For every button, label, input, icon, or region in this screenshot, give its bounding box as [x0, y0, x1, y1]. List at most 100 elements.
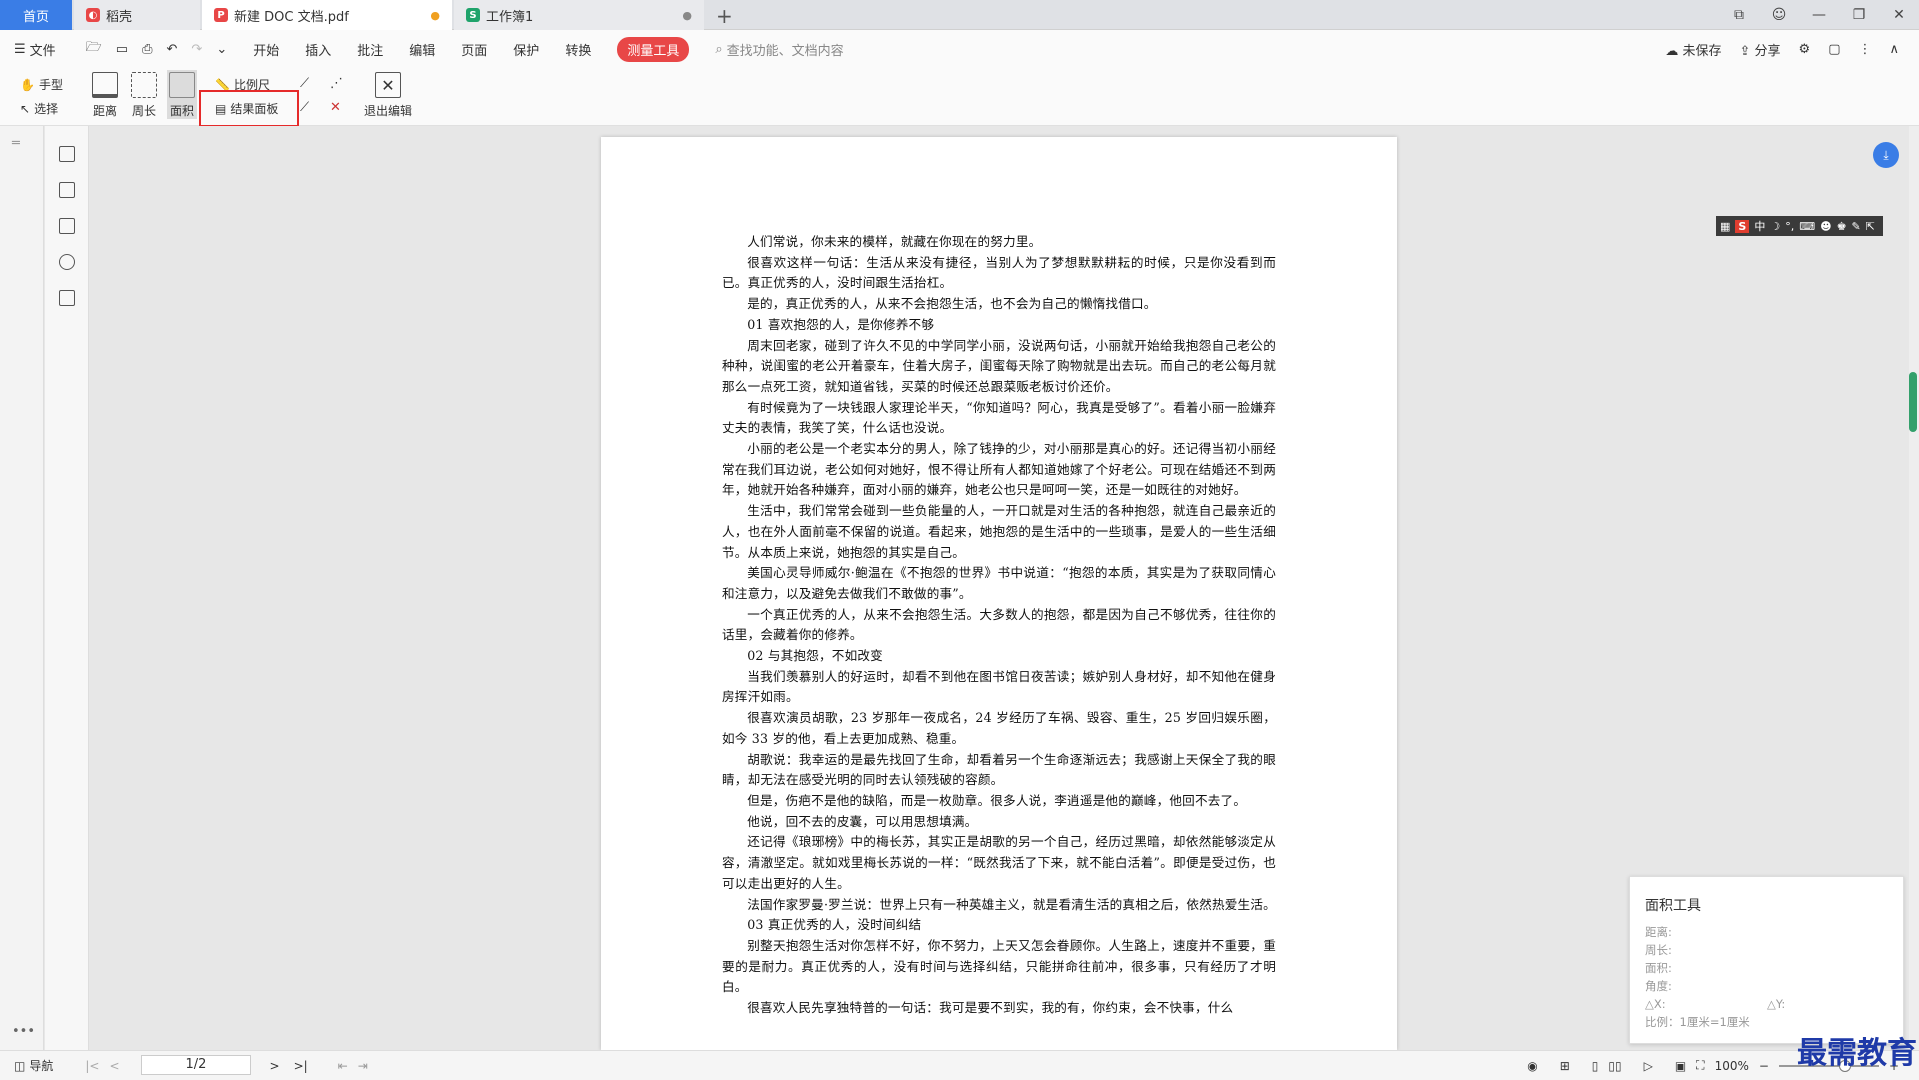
fit-page-icon[interactable]: ⛶: [1696, 1058, 1704, 1073]
redo-icon[interactable]: ↷: [191, 42, 202, 57]
exit-edit-button[interactable]: ✕ 退出编辑: [364, 72, 412, 119]
nav-label[interactable]: 导航: [29, 1057, 53, 1074]
zoom-out-icon[interactable]: −: [1759, 1059, 1769, 1073]
unsaved-label: 未保存: [1682, 43, 1722, 59]
maximize-icon[interactable]: ❐: [1839, 7, 1879, 23]
avatar[interactable]: ☺: [1759, 7, 1799, 23]
menu-page[interactable]: 页面: [461, 40, 487, 59]
comment-icon[interactable]: [59, 218, 75, 234]
nav-icon[interactable]: ◫: [14, 1059, 25, 1073]
unsaved-dot-icon[interactable]: ●: [430, 9, 440, 22]
undo-icon[interactable]: ↶: [167, 42, 178, 57]
tab-sheet[interactable]: S 工作簿1 ●: [454, 0, 704, 30]
more-icon[interactable]: ⋮: [1858, 42, 1871, 57]
bookmark-icon[interactable]: [59, 146, 75, 162]
settings-icon[interactable]: ⚙: [1799, 42, 1811, 57]
more-dropdown-icon[interactable]: ⌄: [216, 42, 227, 57]
select-label: 选择: [34, 102, 59, 116]
actual-size-icon[interactable]: ▣: [1675, 1059, 1686, 1073]
area-button[interactable]: 面积: [167, 70, 197, 119]
zoom-level[interactable]: 100%: [1715, 1059, 1749, 1073]
menu-edit[interactable]: 编辑: [409, 40, 435, 59]
menu-right: ☁ 未保存 ⇪ 分享 ⚙ ▢ ⋮ ∧: [1665, 30, 1899, 68]
search-icon: ⌕: [715, 41, 723, 57]
attachment-icon[interactable]: [59, 254, 75, 270]
vertical-scrollbar[interactable]: [1909, 126, 1919, 1050]
back-icon[interactable]: ⇤: [338, 1059, 348, 1073]
paragraph: 02 与其抱怨，不如改变: [747, 648, 883, 664]
share-button[interactable]: ⇪ 分享: [1739, 40, 1780, 59]
prev-page-icon[interactable]: <: [109, 1059, 119, 1073]
paragraph: 生活中，我们常常会碰到一些负能量的人，一开口就是对生活的各种抱怨，就连自己最亲近…: [722, 503, 1276, 560]
first-page-icon[interactable]: |<: [85, 1059, 99, 1073]
fit-width-icon[interactable]: ⊞: [1560, 1059, 1570, 1073]
tab-shell[interactable]: ◐ 稻壳: [74, 0, 200, 30]
save-icon[interactable]: ▭: [116, 42, 128, 57]
tab-home[interactable]: 首页: [0, 0, 72, 30]
image-icon[interactable]: [59, 182, 75, 198]
single-page-icon[interactable]: ▯: [1592, 1059, 1599, 1073]
distance-icon: [92, 72, 118, 98]
tab-close-icon[interactable]: ●: [682, 9, 692, 22]
double-page-icon[interactable]: ▯▯: [1608, 1059, 1621, 1073]
menu-insert[interactable]: 插入: [305, 40, 331, 59]
more-icon[interactable]: •••: [12, 1024, 35, 1039]
window-count-icon[interactable]: ⧉: [1719, 7, 1759, 23]
perimeter-label: 周长: [131, 104, 156, 118]
page-number-input[interactable]: 1/2: [141, 1055, 251, 1075]
distance-button[interactable]: 距离: [92, 72, 118, 119]
select-tool-button[interactable]: ↖ 选择: [20, 100, 58, 117]
next-page-icon[interactable]: >: [270, 1059, 280, 1073]
floating-tool-button[interactable]: ⤓: [1873, 142, 1899, 168]
open-icon[interactable]: 🗁: [86, 38, 102, 60]
paragraph: 小丽的老公是一个老实本分的男人，除了钱挣的少，对小丽那是真心的好。还记得当初小丽…: [722, 441, 1276, 498]
collapse-icon[interactable]: ∧: [1889, 42, 1899, 57]
print-icon[interactable]: ⎙: [142, 42, 152, 57]
delete-measure-icon[interactable]: ✕: [330, 100, 341, 115]
line-tool-icon[interactable]: ⟋: [300, 76, 309, 91]
paragraph: 美国心灵导师威尔·鲍温在《不抱怨的世界》书中说道：“抱怨的本质，其实是为了获取同…: [722, 565, 1276, 601]
paragraph: 很喜欢演员胡歌，23 岁那年一夜成名，24 岁经历了车祸、毁容、重生，25 岁回…: [722, 710, 1276, 746]
eye-icon[interactable]: ◉: [1527, 1059, 1537, 1073]
tab-home-label: 首页: [22, 9, 49, 25]
ime-punct-icon: °,: [1785, 219, 1795, 233]
add-tab-button[interactable]: +: [716, 4, 733, 28]
last-page-icon[interactable]: >|: [294, 1059, 308, 1073]
point-tool-icon[interactable]: ⋰: [330, 76, 343, 91]
pdf-page[interactable]: 人们常说，你未来的模样，就藏在你现在的努力里。 很喜欢这样一句话：生活从来没有捷径…: [601, 137, 1397, 1050]
tab-shell-label: 稻壳: [106, 9, 133, 25]
collapse-rail-icon[interactable]: ═: [12, 136, 20, 151]
hamburger-icon[interactable]: ☰: [14, 42, 26, 57]
paragraph: 别整天抱怨生活对你怎样不好，你不努力，上天又怎会眷顾你。人生路上，速度并不重要，…: [722, 937, 1276, 995]
search-input[interactable]: ⌕ 查找功能、文档内容: [715, 40, 843, 59]
result-area: 面积:: [1645, 961, 1672, 975]
play-icon[interactable]: ▷: [1644, 1059, 1653, 1073]
menu-start[interactable]: 开始: [253, 40, 279, 59]
result-perimeter: 周长:: [1645, 943, 1672, 957]
menu-protect[interactable]: 保护: [513, 40, 539, 59]
angle-tool-icon[interactable]: ⟋: [300, 100, 309, 115]
menu-convert[interactable]: 转换: [565, 40, 591, 59]
scrollbar-thumb[interactable]: [1909, 372, 1917, 432]
close-icon[interactable]: ✕: [1879, 7, 1919, 23]
hand-tool-button[interactable]: ✋ 手型: [20, 76, 63, 93]
menu-measure-tool[interactable]: 测量工具: [617, 36, 690, 62]
hand-icon: ✋: [20, 77, 35, 92]
comment-icon[interactable]: ▢: [1828, 42, 1840, 57]
paragraph: 很喜欢人民先享独特普的一句话：我可是要不到实，我的有，你约束，会不快事，什么: [747, 1000, 1234, 1016]
ime-skin-icon: ♚: [1836, 219, 1847, 233]
sheet-icon: S: [466, 8, 480, 22]
perimeter-button[interactable]: 周长: [131, 72, 157, 119]
result-dy: △Y:: [1767, 997, 1786, 1011]
exit-edit-label: 退出编辑: [364, 104, 413, 118]
window-controls: ⧉ ☺ — ❐ ✕: [1719, 0, 1919, 30]
tab-pdf[interactable]: P 新建 DOC 文档.pdf ●: [202, 0, 452, 30]
unsaved-button[interactable]: ☁ 未保存: [1665, 40, 1721, 59]
forward-icon[interactable]: ⇥: [358, 1059, 368, 1073]
minimize-icon[interactable]: —: [1799, 7, 1839, 23]
page-text: 人们常说，你未来的模样，就藏在你现在的努力里。 很喜欢这样一句话：生活从来没有捷径…: [722, 232, 1276, 1019]
ime-toolbar[interactable]: ▦ S 中 ☽ °, ⌨ ☻ ♚ ✎ ⇱: [1716, 216, 1883, 236]
menu-comment[interactable]: 批注: [357, 40, 383, 59]
menu-file[interactable]: 文件: [30, 40, 56, 59]
signature-icon[interactable]: [59, 290, 75, 306]
